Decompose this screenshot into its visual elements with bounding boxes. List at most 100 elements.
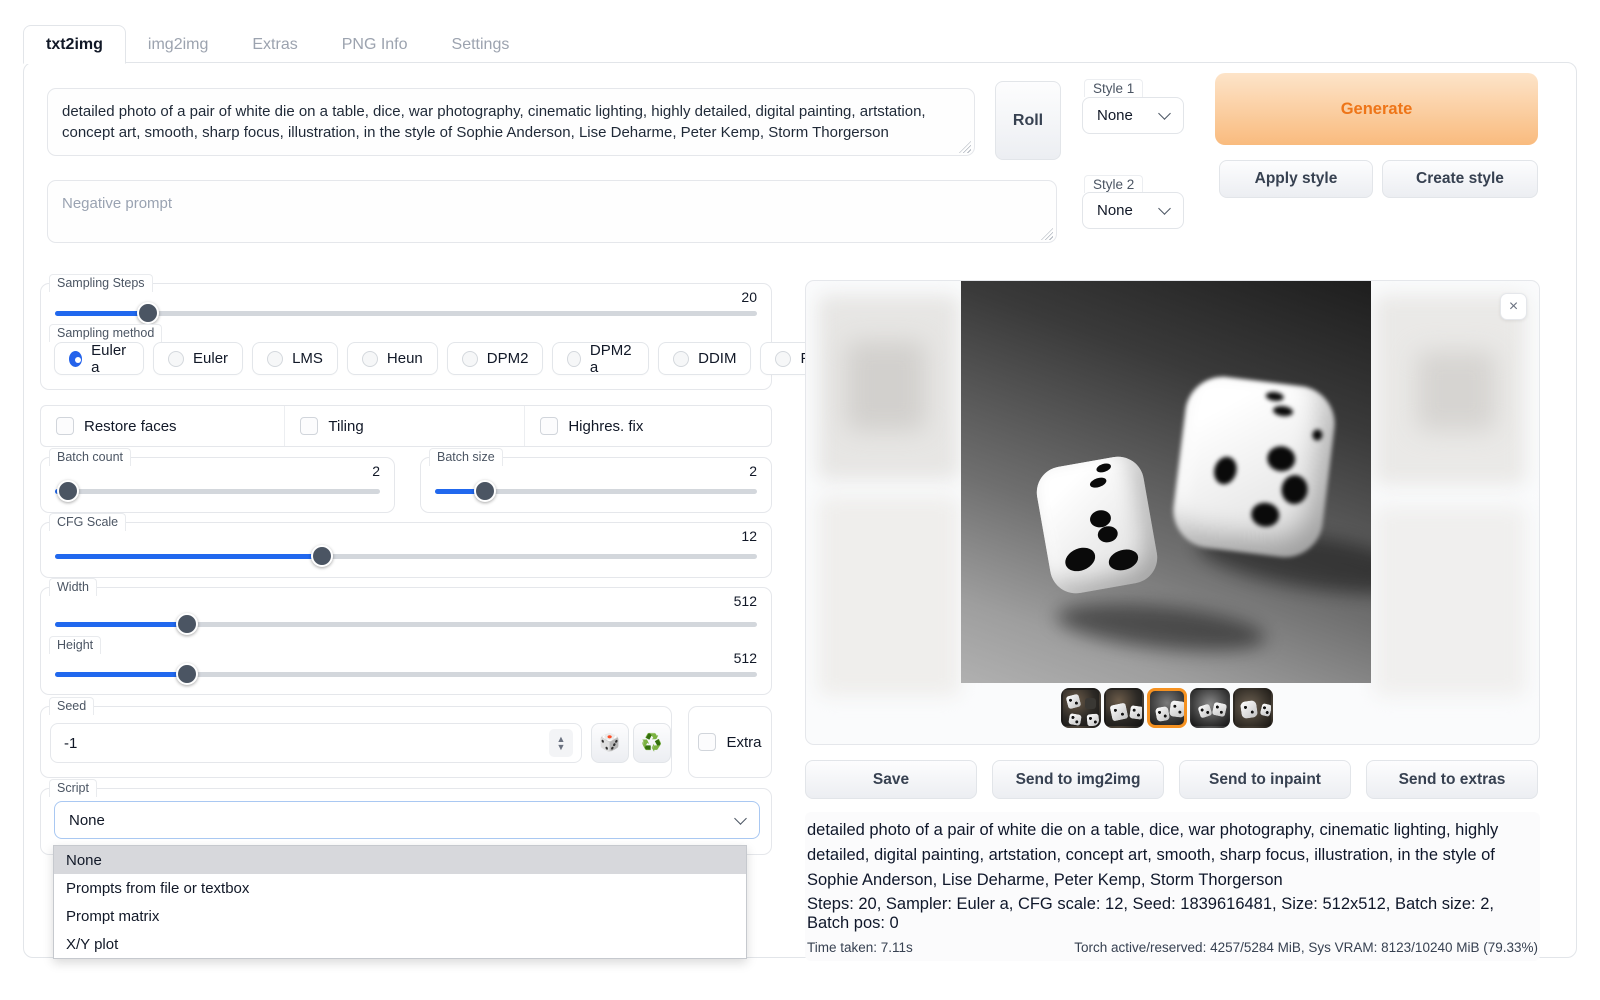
cfg-scale-group: CFG Scale 12	[40, 522, 772, 578]
style1-value: None	[1097, 107, 1133, 124]
reuse-seed-recycle-button[interactable]: ♻️	[633, 723, 671, 763]
sampling-steps-label: Sampling Steps	[49, 274, 153, 292]
radio-icon	[168, 351, 184, 367]
die-left	[1033, 453, 1162, 598]
thumbnail-row	[1061, 688, 1273, 728]
thumbnail-2[interactable]	[1104, 688, 1144, 728]
tab-png-info[interactable]: PNG Info	[320, 25, 430, 64]
negative-prompt-input[interactable]	[47, 180, 1057, 243]
seed-stepper[interactable]: ▲▼	[549, 729, 573, 757]
batch-size-slider[interactable]	[435, 489, 757, 494]
slider-handle[interactable]	[57, 480, 79, 502]
slider-handle[interactable]	[176, 613, 198, 635]
blurred-preview	[1374, 506, 1526, 696]
slider-handle[interactable]	[137, 302, 159, 324]
prompt-box: detailed photo of a pair of white die on…	[47, 88, 975, 156]
checkbox-icon	[540, 417, 558, 435]
radio-icon	[673, 351, 689, 367]
dimensions-group: Width 512 Height 512	[40, 587, 772, 695]
radio-icon	[267, 351, 283, 367]
generated-image[interactable]	[961, 281, 1371, 683]
info-params-text: Steps: 20, Sampler: Euler a, CFG scale: …	[807, 895, 1538, 933]
width-slider[interactable]	[55, 622, 757, 627]
cfg-scale-label: CFG Scale	[49, 513, 126, 531]
restore-faces-checkbox[interactable]: Restore faces	[41, 406, 284, 446]
tiling-checkbox[interactable]: Tiling	[284, 406, 524, 446]
radio-euler-a[interactable]: Euler a	[54, 342, 144, 375]
radio-icon	[567, 351, 580, 367]
output-actions: Save Send to img2img Send to inpaint Sen…	[805, 760, 1538, 799]
die-shadow	[1054, 595, 1267, 659]
style1-label: Style 1	[1084, 79, 1143, 97]
prompt-input[interactable]: detailed photo of a pair of white die on…	[47, 88, 975, 156]
output-gallery: ×	[805, 280, 1540, 745]
send-to-img2img-button[interactable]: Send to img2img	[992, 760, 1164, 799]
script-dropdown-menu: None Prompts from file or textbox Prompt…	[53, 845, 747, 959]
sampling-method-label: Sampling method	[49, 324, 162, 342]
save-button[interactable]: Save	[805, 760, 977, 799]
extra-checkbox[interactable]: Extra	[698, 733, 761, 751]
thumbnail-1[interactable]	[1061, 688, 1101, 728]
thumbnail-3-selected[interactable]	[1147, 688, 1187, 728]
close-icon[interactable]: ×	[1500, 293, 1527, 320]
radio-label: DPM2	[487, 350, 529, 367]
chevron-down-icon	[734, 812, 747, 825]
batch-size-label: Batch size	[429, 448, 503, 466]
send-to-inpaint-button[interactable]: Send to inpaint	[1179, 760, 1351, 799]
thumbnail-4[interactable]	[1190, 688, 1230, 728]
sampling-group: Sampling Steps 20 Sampling method Euler …	[40, 283, 772, 390]
sampling-steps-slider[interactable]	[55, 311, 757, 316]
radio-dpm2-a[interactable]: DPM2 a	[552, 342, 649, 375]
batch-count-label: Batch count	[49, 448, 131, 466]
batch-size-group: Batch size 2	[420, 457, 772, 513]
slider-handle[interactable]	[311, 545, 333, 567]
create-style-button[interactable]: Create style	[1382, 160, 1538, 198]
radio-heun[interactable]: Heun	[347, 342, 438, 375]
blurred-preview	[1416, 351, 1496, 431]
roll-button[interactable]: Roll	[995, 81, 1061, 160]
tab-settings[interactable]: Settings	[430, 25, 532, 64]
seed-input[interactable]: -1 ▲▼	[50, 723, 582, 763]
tab-txt2img[interactable]: txt2img	[23, 25, 126, 64]
send-to-extras-button[interactable]: Send to extras	[1366, 760, 1538, 799]
checkbox-label: Highres. fix	[568, 418, 643, 435]
radio-label: Heun	[387, 350, 423, 367]
highres-fix-checkbox[interactable]: Highres. fix	[524, 406, 771, 446]
batch-count-slider[interactable]	[55, 489, 380, 494]
radio-lms[interactable]: LMS	[252, 342, 338, 375]
vram-stats-text: Torch active/reserved: 4257/5284 MiB, Sy…	[1074, 940, 1538, 955]
style2-select[interactable]: None	[1082, 192, 1184, 229]
script-select[interactable]: None	[54, 801, 760, 839]
menu-item-prompt-matrix[interactable]: Prompt matrix	[54, 902, 746, 930]
slider-handle[interactable]	[176, 663, 198, 685]
sampling-steps-value: 20	[741, 289, 757, 305]
menu-item-xy-plot[interactable]: X/Y plot	[54, 930, 746, 958]
checkbox-label: Restore faces	[84, 418, 177, 435]
random-seed-dice-button[interactable]: 🎲	[591, 723, 629, 763]
radio-dpm2[interactable]: DPM2	[447, 342, 544, 375]
radio-euler[interactable]: Euler	[153, 342, 243, 375]
seed-value: -1	[64, 735, 549, 752]
height-slider[interactable]	[55, 672, 757, 677]
tab-extras[interactable]: Extras	[230, 25, 319, 64]
slider-handle[interactable]	[474, 480, 496, 502]
blurred-preview	[818, 496, 960, 696]
menu-item-none[interactable]: None	[54, 846, 746, 874]
batch-count-group: Batch count 2	[40, 457, 395, 513]
style1-select[interactable]: None	[1082, 97, 1184, 134]
apply-style-button[interactable]: Apply style	[1219, 160, 1373, 198]
cfg-scale-slider[interactable]	[55, 554, 757, 559]
seed-label: Seed	[49, 697, 94, 715]
height-value: 512	[734, 650, 757, 666]
thumbnail-5[interactable]	[1233, 688, 1273, 728]
radio-ddim[interactable]: DDIM	[658, 342, 751, 375]
radio-label: DPM2 a	[590, 342, 634, 376]
checkbox-icon	[300, 417, 318, 435]
blurred-preview	[846, 341, 926, 431]
menu-item-prompts-from-file[interactable]: Prompts from file or textbox	[54, 874, 746, 902]
width-label: Width	[49, 578, 97, 596]
seed-group: Seed -1 ▲▼ 🎲 ♻️	[40, 706, 672, 778]
tab-bar: txt2img img2img Extras PNG Info Settings	[23, 25, 531, 64]
generate-button[interactable]: Generate	[1215, 73, 1538, 145]
tab-img2img[interactable]: img2img	[126, 25, 230, 64]
